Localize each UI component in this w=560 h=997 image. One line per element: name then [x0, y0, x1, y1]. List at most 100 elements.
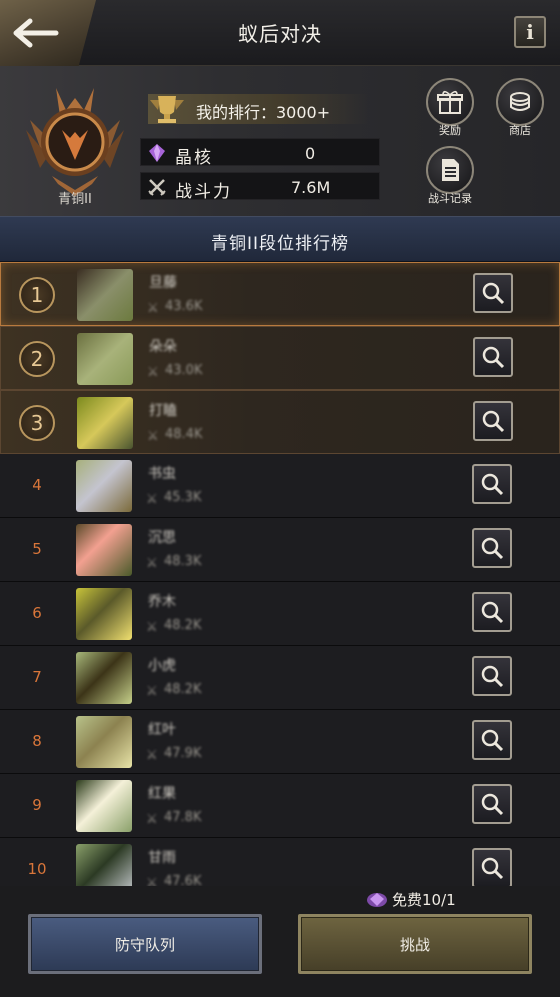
rank-number: 6 [32, 604, 42, 622]
avatar [77, 333, 133, 385]
crossed-swords-icon: ⚔ [146, 492, 158, 507]
player-power-value: 45.3K [164, 490, 202, 505]
power-row: 战斗力 7.6M [140, 172, 380, 202]
crossed-swords-icon: ⚔ [146, 556, 158, 571]
leaderboard-row[interactable]: 4 书虫 ⚔ 45.3K [0, 454, 560, 518]
leaderboard-row[interactable]: 2 朵朵 ⚔ 43.0K [0, 326, 560, 390]
rank-number: 8 [32, 732, 42, 750]
battle-log-button[interactable] [426, 146, 474, 194]
player-power-value: 48.4K [165, 427, 203, 442]
avatar [76, 844, 132, 886]
magnifier-icon [481, 601, 504, 624]
shop-button[interactable] [496, 78, 544, 126]
crossed-swords-icon [148, 179, 166, 196]
player-power: ⚔ 43.6K [147, 299, 203, 316]
player-power: ⚔ 43.0K [147, 363, 202, 380]
magnifier-icon [481, 473, 504, 496]
player-power: ⚔ 48.3K [146, 554, 202, 571]
player-power: ⚔ 47.9K [146, 746, 202, 763]
avatar [77, 397, 133, 449]
player-power-value: 43.6K [165, 299, 203, 314]
challenge-button[interactable]: 挑战 [298, 914, 532, 974]
avatar [76, 716, 132, 768]
document-icon [442, 159, 459, 181]
leaderboard-list[interactable]: 1 旦藤 ⚔ 43.6K 2 朵朵 ⚔ 43.0K 3 打瞌 ⚔ 48.4K 4 书虫… [0, 262, 560, 886]
player-name: 红叶 [148, 722, 176, 738]
player-power: ⚔ 45.3K [146, 490, 202, 507]
player-name: 打瞌 [149, 403, 177, 419]
leaderboard-row[interactable]: 5 沉思 ⚔ 48.3K [0, 518, 560, 582]
avatar [77, 269, 133, 321]
leaderboard-row[interactable]: 1 旦藤 ⚔ 43.6K [0, 262, 560, 326]
leaderboard-row[interactable]: 6 乔木 ⚔ 48.2K [0, 582, 560, 646]
view-player-button[interactable] [472, 656, 512, 696]
magnifier-icon [481, 537, 504, 560]
defense-team-button[interactable]: 防守队列 [28, 914, 262, 974]
player-name: 小虎 [148, 658, 176, 674]
info-button[interactable]: i [514, 16, 546, 48]
leaderboard-row[interactable]: 9 红果 ⚔ 47.8K [0, 774, 560, 838]
player-name: 甘雨 [148, 850, 176, 866]
rank-name: 青铜II [58, 192, 92, 207]
magnifier-icon [481, 665, 504, 688]
crossed-swords-icon: ⚔ [146, 876, 158, 886]
player-power: ⚔ 47.6K [146, 874, 201, 886]
rank-number: 10 [27, 860, 47, 878]
coins-icon [510, 92, 530, 111]
player-power: ⚔ 48.4K [147, 427, 203, 444]
crystal-icon [149, 144, 165, 162]
crystal-row: 晶核 0 [140, 138, 380, 168]
page-title: 蚁后对决 [238, 22, 322, 46]
crossed-swords-icon: ⚔ [146, 684, 158, 699]
avatar [76, 588, 132, 640]
rank-medal: 1 [19, 277, 55, 313]
player-power-value: 47.9K [164, 746, 202, 761]
magnifier-icon [482, 346, 505, 369]
leaderboard-row[interactable]: 3 打瞌 ⚔ 48.4K [0, 390, 560, 454]
bronze-rank-badge-icon [26, 88, 124, 196]
free-challenge-count: 免费10/1 [392, 891, 456, 909]
player-name: 红果 [148, 786, 176, 802]
rank-medal: 3 [19, 405, 55, 441]
view-player-button[interactable] [472, 528, 512, 568]
view-player-button[interactable] [472, 784, 512, 824]
rank-number: 9 [32, 796, 42, 814]
player-name: 书虫 [148, 466, 176, 482]
leaderboard-row[interactable]: 10 甘雨 ⚔ 47.6K [0, 838, 560, 886]
avatar [76, 652, 132, 704]
view-player-button[interactable] [473, 401, 513, 441]
leaderboard-row[interactable]: 8 红叶 ⚔ 47.9K [0, 710, 560, 774]
leaderboard-row[interactable]: 7 小虎 ⚔ 48.2K [0, 646, 560, 710]
view-player-button[interactable] [472, 848, 512, 886]
view-player-button[interactable] [473, 273, 513, 313]
player-power-value: 48.2K [164, 682, 202, 697]
player-name: 乔木 [148, 594, 176, 610]
player-power-value: 48.3K [164, 554, 202, 569]
magnifier-icon [481, 729, 504, 752]
shop-label: 商店 [509, 124, 531, 137]
player-power: ⚔ 48.2K [146, 682, 202, 699]
profile-panel: 青铜II 我的排行：3000+ 晶核 0 战斗力 7.6M 奖励 商店 战斗记录 [0, 66, 560, 216]
magnifier-icon [481, 857, 504, 880]
power-label: 战斗力 [175, 182, 232, 202]
crossed-swords-icon: ⚔ [146, 620, 158, 635]
crossed-swords-icon: ⚔ [147, 365, 159, 380]
gift-icon [437, 90, 463, 114]
view-player-button[interactable] [472, 464, 512, 504]
crossed-swords-icon: ⚔ [146, 812, 158, 827]
view-player-button[interactable] [472, 720, 512, 760]
crossed-swords-icon: ⚔ [147, 301, 159, 316]
player-power-value: 48.2K [164, 618, 202, 633]
top-bar: 蚁后对决 i [0, 0, 560, 66]
magnifier-icon [482, 410, 505, 433]
player-power: ⚔ 48.2K [146, 618, 202, 635]
view-player-button[interactable] [473, 337, 513, 377]
view-player-button[interactable] [472, 592, 512, 632]
player-name: 朵朵 [149, 339, 177, 355]
player-name: 沉思 [148, 530, 176, 546]
magnifier-icon [481, 793, 504, 816]
rank-number: 7 [32, 668, 42, 686]
reward-button[interactable] [426, 78, 474, 126]
battle-log-label: 战斗记录 [428, 192, 472, 205]
rank-number: 4 [32, 476, 42, 494]
